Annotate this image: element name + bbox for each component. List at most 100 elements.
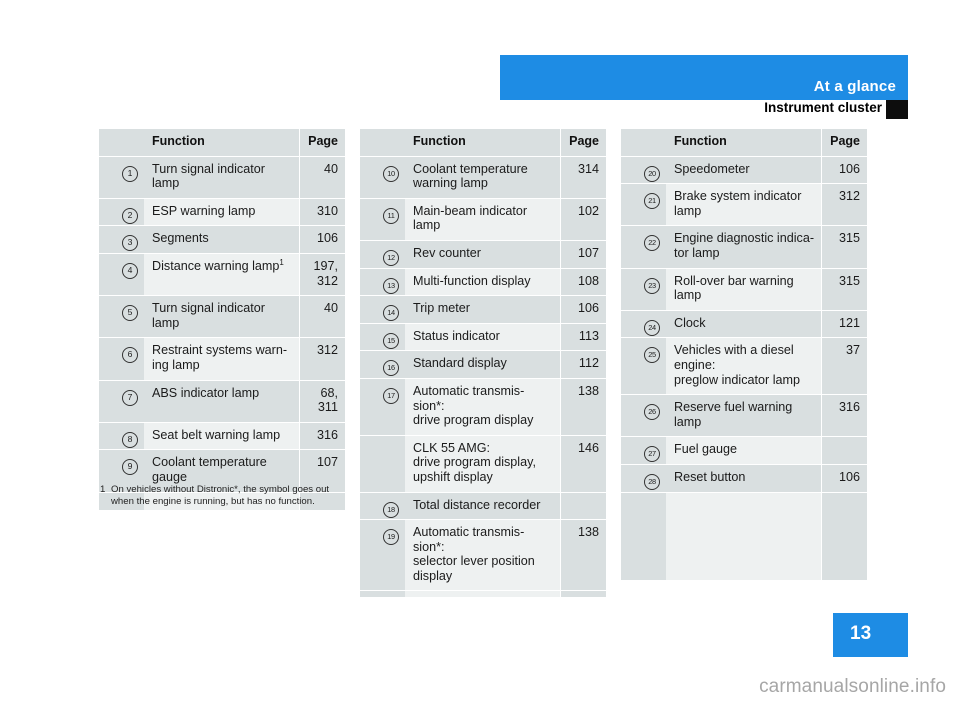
table-header-marker-cell xyxy=(99,129,144,157)
footnote-text: On vehicles without Distronic*, the symb… xyxy=(111,484,330,507)
row-page-cell: 138 xyxy=(560,519,606,592)
row-function-label: ABS indicator lamp xyxy=(152,385,260,400)
row-page-cell: 106 xyxy=(821,156,867,185)
row-page-cell: 40 xyxy=(299,295,345,339)
circled-number-icon: 13 xyxy=(383,277,399,294)
row-marker-cell: 21 xyxy=(621,183,666,227)
table-row: 21 Brake system indicator lamp 312 xyxy=(621,183,867,227)
table-row: 14 Trip meter 106 xyxy=(360,295,606,324)
circled-number-icon: 19 xyxy=(383,529,399,546)
table-row: 3 Segments 106 xyxy=(99,225,345,254)
row-page-cell: 106 xyxy=(560,295,606,324)
table-row: 26 Reserve fuel warning lamp 316 xyxy=(621,394,867,438)
row-function-cell: Clock xyxy=(666,310,822,339)
table-row: 22 Engine diagnostic indica- tor lamp 315 xyxy=(621,225,867,269)
row-marker-cell: 4 xyxy=(99,253,144,297)
row-page-cell: 113 xyxy=(560,323,606,352)
table-row: 10 Coolant temperature warning lamp 314 xyxy=(360,156,606,199)
table-row: 6 Restraint systems warn- ing lamp 312 xyxy=(99,337,345,381)
circled-number-icon: 7 xyxy=(122,389,138,406)
table-header-page: Page xyxy=(299,129,345,157)
circled-number-icon: 16 xyxy=(383,360,399,377)
row-marker-cell: 11 xyxy=(360,198,405,241)
row-function-label: Turn signal indicator lamp xyxy=(152,301,265,330)
circled-number-icon: 14 xyxy=(383,305,399,322)
row-marker-cell: 2 xyxy=(99,198,144,227)
row-function-cell: Fuel gauge xyxy=(666,436,822,465)
row-function-label: Multi-function display xyxy=(413,273,531,288)
table-row: 25 Vehicles with a diesel engine: preglow… xyxy=(621,337,867,396)
row-marker-cell: 18 xyxy=(360,492,405,521)
row-marker-cell: 17 xyxy=(360,378,405,436)
row-page-cell: 112 xyxy=(560,350,606,379)
section-marker-square xyxy=(886,100,908,119)
row-marker-cell: 10 xyxy=(360,156,405,199)
row-page-cell xyxy=(821,436,867,465)
circled-number-icon: 22 xyxy=(644,235,660,252)
row-marker-cell: 12 xyxy=(360,240,405,269)
row-function-cell: Automatic transmis- sion*: drive program… xyxy=(405,378,561,436)
row-function-label: Vehicles with a diesel engine: preglow i… xyxy=(674,343,800,387)
row-page-cell: 108 xyxy=(560,268,606,297)
row-function-label: Speedometer xyxy=(674,161,750,176)
row-marker-cell-empty xyxy=(360,435,405,493)
row-page-cell: 316 xyxy=(821,394,867,438)
circled-number-icon: 12 xyxy=(383,249,399,266)
table-filler-row xyxy=(360,590,606,597)
row-page-cell: 146 xyxy=(560,435,606,493)
row-function-cell: ESP warning lamp xyxy=(144,198,300,227)
table-header-marker-cell xyxy=(621,129,666,157)
table-row: 17 Automatic transmis- sion*: drive progr… xyxy=(360,378,606,436)
reference-table-column-3: Function Page 20 Speedometer 106 21 Brake syst… xyxy=(621,129,867,580)
table-row: 18 Total distance recorder xyxy=(360,492,606,521)
row-function-cell: Total distance recorder xyxy=(405,492,561,521)
row-function-cell: Roll-over bar warning lamp xyxy=(666,268,822,311)
table-row: 24 Clock 121 xyxy=(621,310,867,339)
table-filler-function xyxy=(666,492,822,580)
row-page-cell: 315 xyxy=(821,268,867,311)
circled-number-icon: 21 xyxy=(644,193,660,210)
row-marker-cell: 6 xyxy=(99,337,144,381)
row-marker-cell: 1 xyxy=(99,156,144,199)
circled-number-icon: 9 xyxy=(122,459,138,476)
row-function-cell: Status indicator xyxy=(405,323,561,352)
row-function-label: Brake system indicator lamp xyxy=(674,189,802,218)
row-page-cell: 315 xyxy=(821,225,867,269)
row-function-cell: Turn signal indicator lamp xyxy=(144,156,300,199)
circled-number-icon: 4 xyxy=(122,262,138,279)
row-page-cell: 121 xyxy=(821,310,867,339)
section-title: Instrument cluster xyxy=(764,100,882,115)
row-page-cell: 40 xyxy=(299,156,345,199)
circled-number-icon: 3 xyxy=(122,235,138,252)
row-marker-cell: 27 xyxy=(621,436,666,465)
row-function-cell: Trip meter xyxy=(405,295,561,324)
page-number-box: 13 xyxy=(833,613,908,657)
row-page-cell: 37 xyxy=(821,337,867,396)
circled-number-icon: 26 xyxy=(644,404,660,421)
row-function-cell: Brake system indicator lamp xyxy=(666,183,822,227)
row-function-cell: Automatic transmis- sion*: selector leve… xyxy=(405,519,561,592)
row-function-label: Status indicator xyxy=(413,328,500,343)
row-marker-cell: 7 xyxy=(99,380,144,423)
page-title: At a glance xyxy=(813,78,896,95)
row-marker-cell: 14 xyxy=(360,295,405,324)
row-page-cell: 102 xyxy=(560,198,606,241)
circled-number-icon: 15 xyxy=(383,332,399,349)
footnote-number: 1 xyxy=(100,484,106,495)
table-row: 8 Seat belt warning lamp 316 xyxy=(99,422,345,451)
row-page-cell: 314 xyxy=(560,156,606,199)
row-function-label: Rev counter xyxy=(413,245,481,260)
table-row: 28 Reset button 106 xyxy=(621,464,867,493)
row-function-label: Reset button xyxy=(674,469,746,484)
table-header-row: Function Page xyxy=(360,129,606,157)
row-function-cell: Multi-function display xyxy=(405,268,561,297)
row-marker-cell: 23 xyxy=(621,268,666,311)
row-page-cell: 106 xyxy=(821,464,867,493)
row-function-cell: Seat belt warning lamp xyxy=(144,422,300,451)
row-function-label: Coolant temperature warning lamp xyxy=(413,161,528,191)
reference-table: Function Page 20 Speedometer 106 21 Brake syst… xyxy=(621,129,867,580)
row-function-label: Standard display xyxy=(413,356,507,371)
row-function-cell: Restraint systems warn- ing lamp xyxy=(144,337,300,381)
row-marker-cell: 20 xyxy=(621,156,666,185)
row-marker-cell: 3 xyxy=(99,225,144,254)
